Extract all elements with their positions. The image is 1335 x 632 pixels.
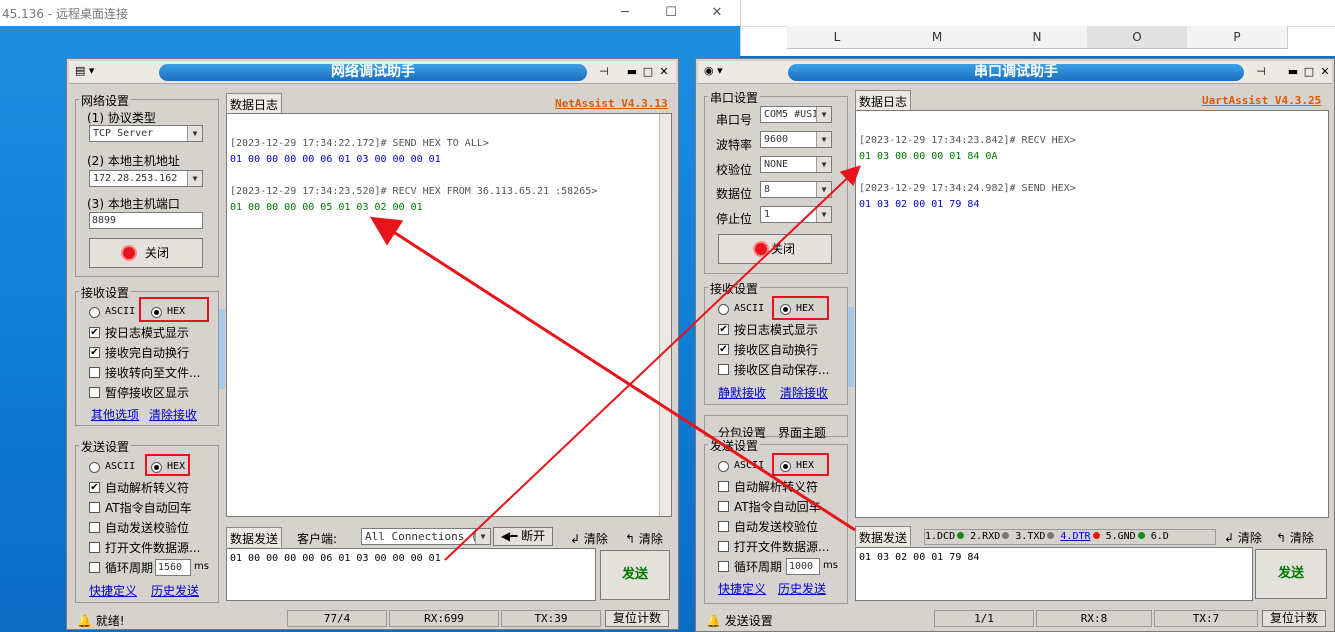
annotation-arrows: [369, 165, 861, 561]
arrow-to-net-recv: [369, 216, 856, 532]
arrow-to-uart-recv: [444, 165, 861, 561]
